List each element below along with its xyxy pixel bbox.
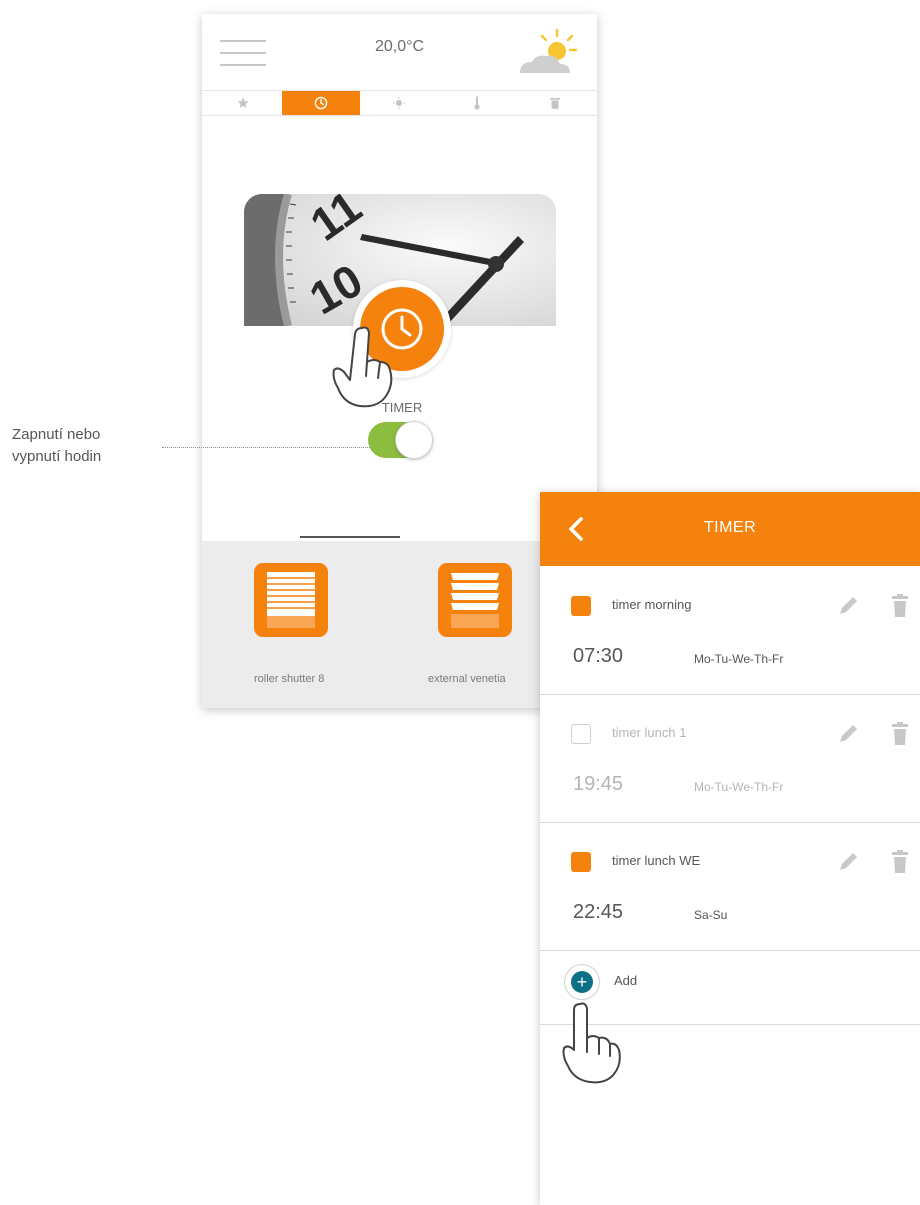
annotation-text: Zapnutí nebo vypnutí hodin — [12, 424, 101, 468]
pencil-icon[interactable] — [836, 850, 860, 874]
timer-days: Mo-Tu-We-Th-Fr — [694, 652, 784, 666]
timer-row: timer lunch 1 19:45 Mo-Tu-We-Th-Fr — [540, 694, 920, 823]
timer-row: timer lunch WE 22:45 Sa-Su — [540, 822, 920, 951]
main-screen: 20,0°C 11 10 TIMER roller shutter 8 exte… — [202, 14, 597, 708]
timer-name: timer lunch WE — [612, 853, 701, 868]
clock-icon — [314, 96, 328, 110]
trash-icon[interactable] — [892, 722, 908, 746]
tab-lights[interactable] — [360, 91, 438, 115]
device-tile-roller-shutter[interactable] — [254, 563, 328, 637]
tap-hand-icon — [562, 1002, 621, 1084]
temperature-readout: 20,0°C — [374, 38, 425, 55]
timer-name: timer morning — [612, 597, 692, 612]
tab-temperature[interactable] — [438, 91, 516, 115]
timer-label: TIMER — [381, 400, 423, 415]
sun-cloud-icon — [520, 28, 578, 73]
timer-time: 07:30 — [573, 645, 624, 667]
timer-time: 19:45 — [573, 773, 624, 795]
timer-days: Sa-Su — [694, 908, 728, 922]
pencil-icon[interactable] — [836, 722, 860, 746]
annotation-line: Zapnutí nebo — [12, 426, 101, 443]
thermometer-icon — [474, 96, 480, 110]
timer-days: Mo-Tu-We-Th-Fr — [694, 780, 784, 794]
top-bar: 20,0°C — [202, 14, 597, 90]
hamburger-menu-icon[interactable] — [220, 38, 266, 68]
tab-trash[interactable] — [516, 91, 594, 115]
annotation-leader-line — [162, 447, 370, 448]
chevron-left-icon[interactable] — [564, 514, 590, 544]
roller-shutter-icon — [267, 572, 315, 628]
timer-header: TIMER — [540, 492, 920, 566]
timer-name: timer lunch 1 — [612, 725, 687, 740]
add-timer-button[interactable]: + — [564, 964, 600, 1000]
tab-timer[interactable] — [282, 91, 360, 115]
timer-enable-checkbox[interactable] — [571, 724, 591, 744]
device-tile-external-venetian[interactable] — [438, 563, 512, 637]
tab-favorites[interactable] — [204, 91, 282, 115]
add-label[interactable]: Add — [614, 973, 637, 988]
star-icon — [237, 97, 249, 108]
timer-screen: TIMER timer morning 07:30 Mo-Tu-We-Th-Fr… — [540, 492, 920, 1205]
trash-icon — [550, 98, 560, 109]
timer-time: 22:45 — [573, 901, 624, 923]
light-icon — [393, 97, 405, 109]
device-label: external venetia — [428, 673, 506, 685]
annotation-line: vypnutí hodin — [12, 448, 102, 465]
timer-enable-checkbox[interactable] — [571, 852, 591, 872]
category-tabs — [202, 90, 597, 116]
external-venetian-blind-icon — [451, 573, 499, 628]
timer-toggle-switch[interactable] — [368, 421, 433, 459]
device-label: roller shutter 8 — [254, 673, 325, 685]
timer-row: timer morning 07:30 Mo-Tu-We-Th-Fr — [540, 566, 920, 695]
plus-icon: + — [571, 971, 593, 993]
device-strip: roller shutter 8 external venetia — [202, 541, 597, 708]
drawer-handle[interactable] — [300, 536, 400, 538]
page-title: TIMER — [703, 519, 757, 536]
pencil-icon[interactable] — [836, 594, 860, 618]
trash-icon[interactable] — [892, 850, 908, 874]
tap-hand-icon — [332, 326, 393, 408]
trash-icon[interactable] — [892, 594, 908, 618]
timer-enable-checkbox[interactable] — [571, 596, 591, 616]
